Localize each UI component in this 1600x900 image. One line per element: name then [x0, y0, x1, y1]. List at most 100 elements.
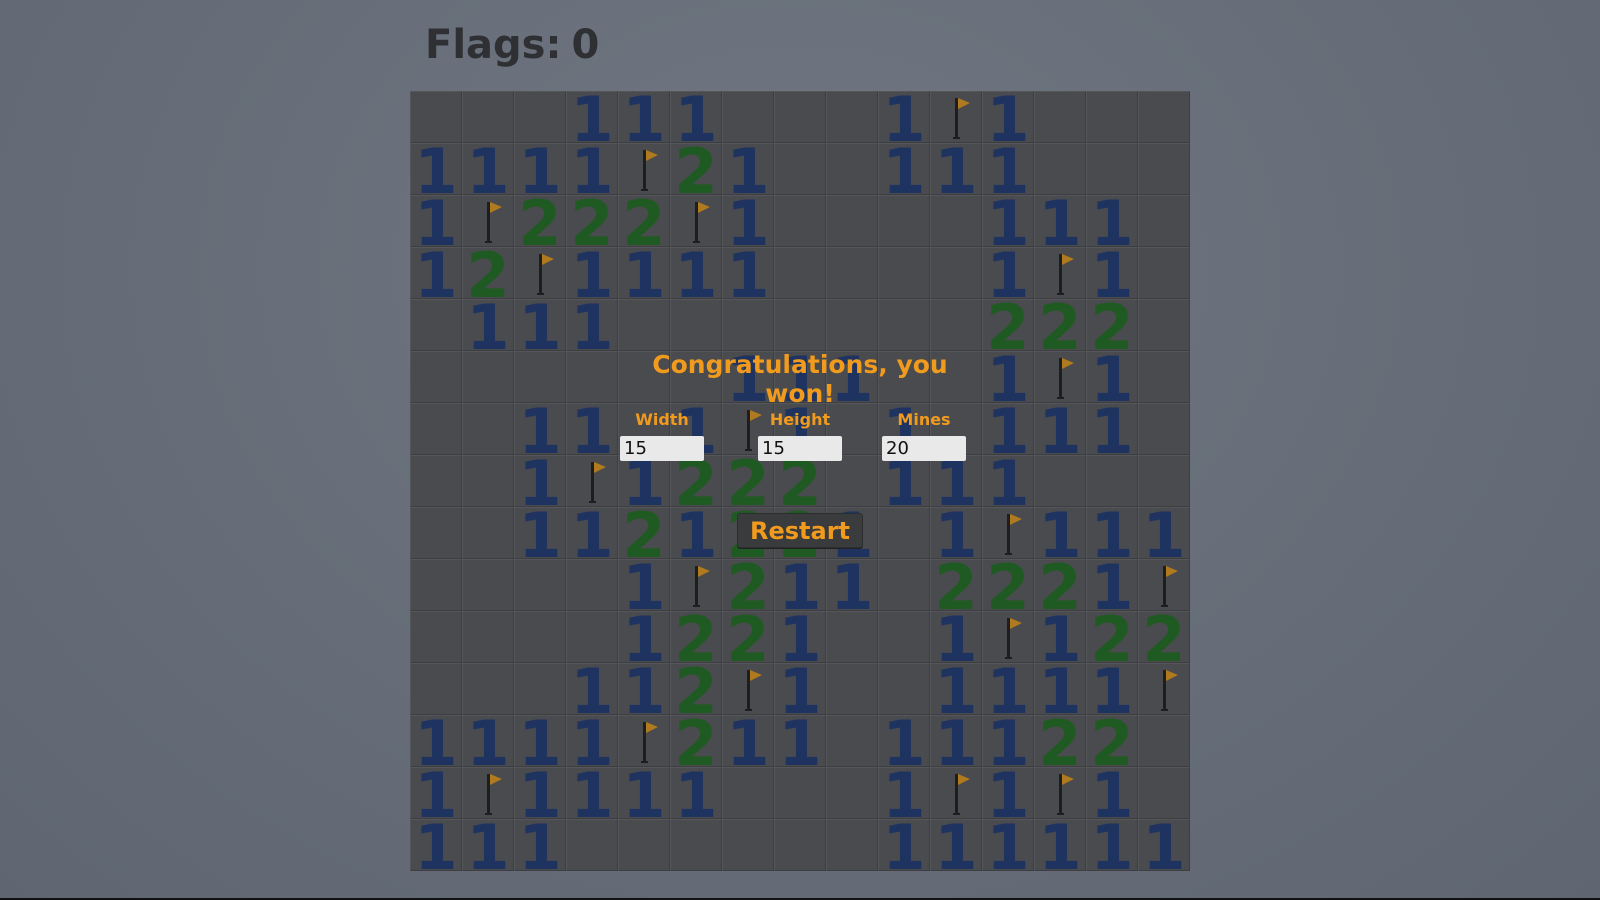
board-cell[interactable]: [1138, 663, 1190, 715]
board-cell[interactable]: 1: [1034, 193, 1086, 255]
board-cell[interactable]: [826, 767, 878, 819]
board-cell[interactable]: 1: [1086, 817, 1138, 879]
board-cell[interactable]: 1: [826, 557, 878, 619]
board-cell[interactable]: 1: [1086, 401, 1138, 463]
board-cell[interactable]: [410, 403, 462, 455]
mines-input[interactable]: [882, 436, 966, 461]
board-cell[interactable]: [1034, 91, 1086, 143]
board-cell[interactable]: [410, 455, 462, 507]
board-cell[interactable]: 1: [566, 505, 618, 567]
board-cell[interactable]: [930, 247, 982, 299]
board-cell[interactable]: 1: [982, 817, 1034, 879]
board-cell[interactable]: 1: [722, 245, 774, 307]
board-cell[interactable]: 2: [1138, 609, 1190, 671]
board-cell[interactable]: 1: [514, 817, 566, 879]
board-cell[interactable]: [618, 819, 670, 871]
board-cell[interactable]: [826, 611, 878, 663]
board-cell[interactable]: [410, 559, 462, 611]
board-cell[interactable]: 1: [670, 245, 722, 307]
board-cell[interactable]: 1: [410, 817, 462, 879]
board-cell[interactable]: 2: [514, 193, 566, 255]
board-cell[interactable]: 2: [670, 141, 722, 203]
board-cell[interactable]: [410, 299, 462, 351]
board-cell[interactable]: 1: [618, 89, 670, 151]
board-cell[interactable]: [930, 195, 982, 247]
board-cell[interactable]: 2: [982, 557, 1034, 619]
board-cell[interactable]: 1: [774, 713, 826, 775]
board-cell[interactable]: [826, 143, 878, 195]
board-cell[interactable]: [774, 195, 826, 247]
board-cell[interactable]: [670, 819, 722, 871]
board-cell[interactable]: 1: [462, 141, 514, 203]
board-cell[interactable]: 1: [878, 141, 930, 203]
height-input[interactable]: [758, 436, 842, 461]
board-cell[interactable]: [878, 247, 930, 299]
board-cell[interactable]: 1: [618, 765, 670, 827]
board-cell[interactable]: [878, 611, 930, 663]
board-cell[interactable]: 1: [618, 661, 670, 723]
board-cell[interactable]: 2: [1034, 297, 1086, 359]
board-cell[interactable]: 1: [982, 453, 1034, 515]
board-cell[interactable]: 1: [722, 713, 774, 775]
board-cell[interactable]: [1086, 91, 1138, 143]
board-cell[interactable]: [410, 507, 462, 559]
board-cell[interactable]: 1: [410, 245, 462, 307]
board-cell[interactable]: [410, 611, 462, 663]
board-cell[interactable]: [410, 351, 462, 403]
board-cell[interactable]: 2: [722, 609, 774, 671]
board-cell[interactable]: 1: [566, 765, 618, 827]
board-cell[interactable]: [462, 351, 514, 403]
board-cell[interactable]: 1: [670, 765, 722, 827]
board-cell[interactable]: [1138, 91, 1190, 143]
board-cell[interactable]: [514, 611, 566, 663]
board-cell[interactable]: [1138, 351, 1190, 403]
board-cell[interactable]: [566, 559, 618, 611]
board-cell[interactable]: [514, 559, 566, 611]
board-cell[interactable]: [1138, 299, 1190, 351]
board-cell[interactable]: [826, 715, 878, 767]
board-cell[interactable]: [1138, 403, 1190, 455]
board-cell[interactable]: 1: [462, 713, 514, 775]
board-cell[interactable]: [826, 663, 878, 715]
board-cell[interactable]: [462, 455, 514, 507]
board-cell[interactable]: 1: [462, 817, 514, 879]
board-cell[interactable]: [774, 143, 826, 195]
board-cell[interactable]: [1138, 715, 1190, 767]
board-cell[interactable]: [774, 819, 826, 871]
board-cell[interactable]: [462, 611, 514, 663]
board-cell[interactable]: 1: [514, 505, 566, 567]
board-cell[interactable]: 2: [1034, 713, 1086, 775]
board-cell[interactable]: 1: [1034, 817, 1086, 879]
board-cell[interactable]: [1138, 247, 1190, 299]
board-cell[interactable]: 1: [930, 713, 982, 775]
board-cell[interactable]: [1138, 195, 1190, 247]
board-cell[interactable]: 1: [930, 817, 982, 879]
board-cell[interactable]: 1: [930, 141, 982, 203]
board-cell[interactable]: [462, 403, 514, 455]
board-cell[interactable]: [774, 247, 826, 299]
board-cell[interactable]: 1: [618, 245, 670, 307]
width-input[interactable]: [620, 436, 704, 461]
board-cell[interactable]: [462, 507, 514, 559]
board-cell[interactable]: [722, 767, 774, 819]
board-cell[interactable]: 1: [462, 297, 514, 359]
board-cell[interactable]: [462, 559, 514, 611]
board-cell[interactable]: [722, 819, 774, 871]
board-cell[interactable]: 1: [1138, 505, 1190, 567]
board-cell[interactable]: [878, 559, 930, 611]
board-cell[interactable]: [774, 91, 826, 143]
board-cell[interactable]: [878, 195, 930, 247]
board-cell[interactable]: 1: [1138, 817, 1190, 879]
board-cell[interactable]: 1: [566, 401, 618, 463]
board-cell[interactable]: [566, 819, 618, 871]
board-cell[interactable]: [1138, 143, 1190, 195]
board-cell[interactable]: [774, 767, 826, 819]
board-cell[interactable]: [826, 195, 878, 247]
board-cell[interactable]: 1: [1034, 401, 1086, 463]
board-cell[interactable]: 1: [566, 297, 618, 359]
restart-button[interactable]: Restart: [737, 513, 863, 548]
board-cell[interactable]: [826, 819, 878, 871]
board-cell[interactable]: [826, 91, 878, 143]
board-cell[interactable]: [826, 247, 878, 299]
board-cell[interactable]: 1: [878, 817, 930, 879]
